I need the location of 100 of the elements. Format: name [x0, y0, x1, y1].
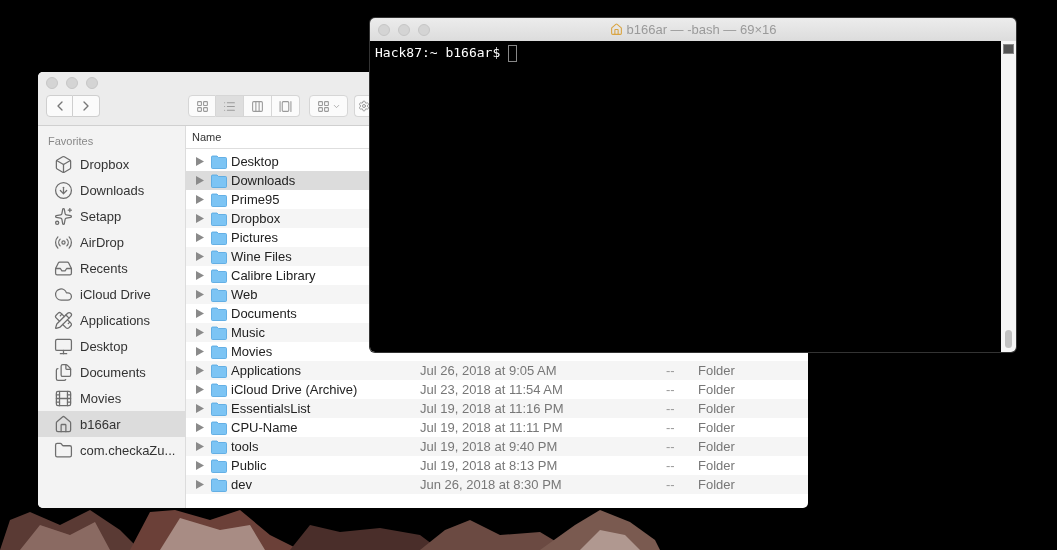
folder-icon — [211, 268, 227, 283]
disclosure-triangle-icon[interactable] — [196, 271, 204, 280]
folder-icon — [211, 211, 227, 226]
gallery-view-button[interactable] — [272, 95, 300, 117]
folder-icon — [211, 249, 227, 264]
date-modified: Jul 19, 2018 at 11:16 PM — [420, 401, 565, 416]
file-size: -- — [666, 458, 676, 473]
file-name[interactable]: tools — [231, 439, 259, 454]
file-name[interactable]: Movies — [231, 344, 273, 359]
arrange-button[interactable] — [309, 95, 348, 117]
file-name[interactable]: Downloads — [231, 173, 296, 188]
folder-icon — [211, 287, 227, 302]
file-name[interactable]: dev — [231, 477, 252, 492]
folder-icon — [211, 439, 227, 454]
columns-icon — [251, 99, 264, 113]
date-modified: Jul 19, 2018 at 9:40 PM — [420, 439, 559, 454]
date-modified: Jun 26, 2018 at 8:30 PM — [420, 477, 563, 492]
monitor-icon — [54, 336, 73, 356]
disclosure-triangle-icon[interactable] — [196, 252, 204, 261]
film-icon — [54, 388, 73, 408]
sidebar-item[interactable]: com.checkaZu... — [38, 437, 185, 463]
sidebar-heading: Favorites — [47, 135, 95, 149]
disclosure-triangle-icon[interactable] — [196, 214, 204, 223]
sparkles-icon — [54, 206, 73, 226]
file-kind: Folder — [698, 382, 735, 397]
gallery-icon — [279, 99, 292, 113]
sidebar-item[interactable]: Setapp — [38, 203, 185, 229]
folder-icon — [211, 154, 227, 169]
sidebar-item[interactable]: b166ar — [38, 411, 185, 437]
sidebar-item[interactable]: Dropbox — [38, 151, 185, 177]
grid-icon — [316, 99, 330, 113]
icon-view-button[interactable] — [188, 95, 216, 117]
scroll-thumb[interactable] — [1005, 330, 1012, 348]
folder-icon — [211, 230, 227, 245]
file-name[interactable]: Applications — [231, 363, 302, 378]
disclosure-triangle-icon[interactable] — [196, 176, 204, 185]
file-size: -- — [666, 439, 676, 454]
list-view-button[interactable] — [216, 95, 244, 117]
disclosure-triangle-icon[interactable] — [196, 480, 204, 489]
forward-button[interactable] — [73, 95, 100, 117]
disclosure-triangle-icon[interactable] — [196, 385, 204, 394]
folder-icon — [211, 458, 227, 473]
column-header[interactable]: Name — [192, 131, 222, 143]
disclosure-triangle-icon[interactable] — [196, 309, 204, 318]
file-name[interactable]: Public — [231, 458, 267, 473]
box-icon — [54, 154, 73, 174]
column-view-button[interactable] — [244, 95, 272, 117]
file-name[interactable]: Calibre Library — [231, 268, 316, 283]
sidebar-item[interactable]: Documents — [38, 359, 185, 385]
disclosure-triangle-icon[interactable] — [196, 404, 204, 413]
file-size: -- — [666, 420, 676, 435]
pencil-ruler-icon — [54, 310, 73, 330]
file-name[interactable]: Dropbox — [231, 211, 281, 226]
file-size: -- — [666, 363, 676, 378]
disclosure-triangle-icon[interactable] — [196, 423, 204, 432]
folder-icon — [211, 192, 227, 207]
file-name[interactable]: Wine Files — [231, 249, 292, 264]
home-icon — [54, 414, 73, 434]
folder-icon — [211, 344, 227, 359]
disclosure-triangle-icon[interactable] — [196, 347, 204, 356]
sidebar-item[interactable]: Desktop — [38, 333, 185, 359]
file-kind: Folder — [698, 477, 735, 492]
sidebar-item[interactable]: Applications — [38, 307, 185, 333]
date-modified: Jul 23, 2018 at 11:54 AM — [420, 382, 564, 397]
disclosure-triangle-icon[interactable] — [196, 366, 204, 375]
sidebar-item[interactable]: Recents — [38, 255, 185, 281]
file-name[interactable]: EssentialsList — [231, 401, 311, 416]
folder-icon — [54, 440, 73, 460]
list-icon — [223, 99, 236, 113]
disclosure-triangle-icon[interactable] — [196, 328, 204, 337]
sidebar-item[interactable]: Movies — [38, 385, 185, 411]
disclosure-triangle-icon[interactable] — [196, 461, 204, 470]
download-icon — [54, 180, 73, 200]
file-name[interactable]: CPU-Name — [231, 420, 298, 435]
file-kind: Folder — [698, 401, 735, 416]
file-name[interactable]: Documents — [231, 306, 297, 321]
file-name[interactable]: Web — [231, 287, 258, 302]
date-modified: Jul 26, 2018 at 9:05 AM — [420, 363, 558, 378]
folder-icon — [211, 477, 227, 492]
disclosure-triangle-icon[interactable] — [196, 233, 204, 242]
disclosure-triangle-icon[interactable] — [196, 195, 204, 204]
file-name[interactable]: Music — [231, 325, 265, 340]
folder-icon — [211, 306, 227, 321]
folder-icon — [211, 401, 227, 416]
file-size: -- — [666, 401, 676, 416]
disclosure-triangle-icon[interactable] — [196, 442, 204, 451]
folder-icon — [211, 420, 227, 435]
back-button[interactable] — [46, 95, 73, 117]
disclosure-triangle-icon[interactable] — [196, 290, 204, 299]
file-name[interactable]: Prime95 — [231, 192, 280, 207]
sidebar-item[interactable]: AirDrop — [38, 229, 185, 255]
folder-icon — [211, 325, 227, 340]
disclosure-triangle-icon[interactable] — [196, 157, 204, 166]
file-name[interactable]: Desktop — [231, 154, 279, 169]
cursor — [508, 45, 518, 62]
file-name[interactable]: Pictures — [231, 230, 278, 245]
settings-button[interactable] — [354, 95, 370, 117]
sidebar-item[interactable]: Downloads — [38, 177, 185, 203]
file-name[interactable]: iCloud Drive (Archive) — [231, 382, 358, 397]
sidebar-item[interactable]: iCloud Drive — [38, 281, 185, 307]
